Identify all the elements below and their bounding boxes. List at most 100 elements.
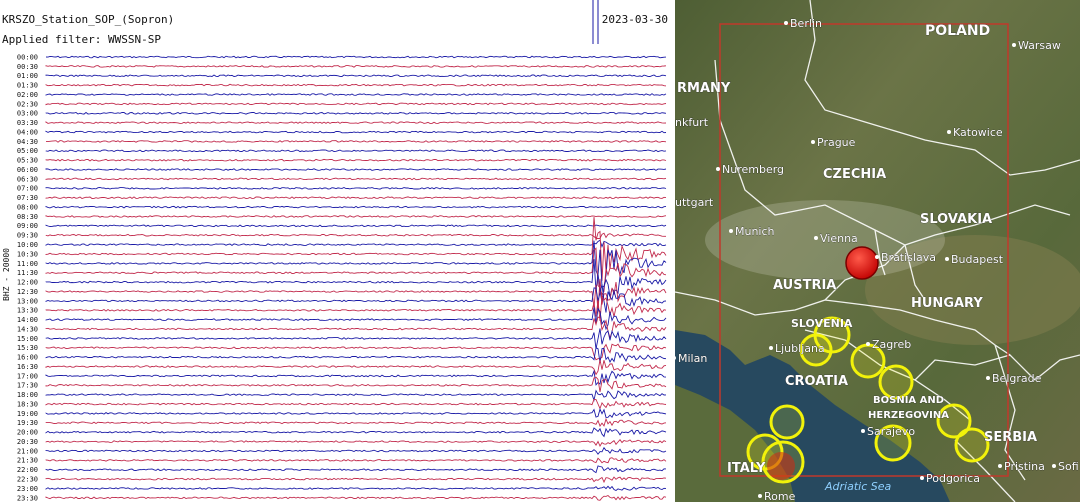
time-label: 03:30	[17, 119, 38, 127]
time-label: 04:30	[17, 138, 38, 146]
trace-line	[45, 239, 667, 248]
trace-line	[45, 427, 667, 438]
trace-line	[45, 224, 667, 228]
city-label: Sarajevo	[867, 425, 915, 438]
trace-line	[45, 74, 667, 78]
city-dot	[920, 476, 924, 480]
time-label: 12:00	[17, 279, 38, 287]
trace-line	[45, 168, 667, 171]
city-label: uttgart	[675, 196, 714, 209]
time-label: 21:00	[17, 447, 38, 455]
city-label: Bratislava	[881, 251, 936, 264]
trace-line	[45, 398, 667, 410]
time-label: 14:30	[17, 325, 38, 333]
trace-line	[45, 284, 667, 313]
time-label: 10:00	[17, 241, 38, 249]
time-label: 14:00	[17, 316, 38, 324]
country-label: RMANY	[677, 81, 731, 96]
city-dot	[811, 140, 815, 144]
country-label: SERBIA	[984, 430, 1037, 445]
city-label: Belgrade	[992, 372, 1042, 385]
city-dot	[875, 255, 879, 259]
time-label: 05:30	[17, 157, 38, 165]
time-label: 07:00	[17, 185, 38, 193]
city-dot	[716, 167, 720, 171]
italy-event-marker[interactable]	[767, 452, 795, 480]
trace-line	[45, 446, 667, 455]
trace-line	[45, 111, 667, 115]
trace-line	[45, 328, 667, 349]
epicenter-marker[interactable]	[845, 246, 879, 280]
time-label: 17:30	[17, 382, 38, 390]
time-label: 22:30	[17, 476, 38, 484]
trace-line	[45, 240, 667, 288]
time-label: 16:30	[17, 363, 38, 371]
trace-line	[45, 65, 667, 68]
map-canvas[interactable]: POLAND RMANY CZECHIA SLOVAKIA AUSTRIA HUNGARY…	[675, 0, 1080, 502]
map-panel[interactable]: POLAND RMANY CZECHIA SLOVAKIA AUSTRIA HUNGARY…	[675, 0, 1080, 502]
city-label: Munich	[735, 225, 775, 238]
time-label: 01:00	[17, 72, 38, 80]
time-label: 19:00	[17, 410, 38, 418]
trace-line	[45, 359, 667, 376]
city-label: Nuremberg	[722, 163, 784, 176]
time-label: 02:30	[17, 100, 38, 108]
trace-line	[45, 316, 667, 340]
trace-line	[45, 389, 667, 402]
city-label: Milan	[678, 352, 707, 365]
trace-line	[45, 217, 667, 281]
time-label: 20:00	[17, 429, 38, 437]
trace-line	[45, 376, 667, 392]
country-label: CZECHIA	[823, 167, 886, 182]
trace-line	[45, 121, 667, 124]
time-label: 19:30	[17, 419, 38, 427]
time-label: 03:00	[17, 110, 38, 118]
trace-line	[45, 369, 667, 386]
city-label: Pristina	[1004, 460, 1045, 473]
time-label: 00:00	[17, 53, 38, 61]
time-label: 16:00	[17, 354, 38, 362]
trace-line	[45, 259, 667, 303]
trace-line	[45, 457, 667, 464]
trace-line	[45, 93, 667, 96]
city-label: nkfurt	[675, 116, 709, 129]
time-label: 09:30	[17, 232, 38, 240]
trace-line	[45, 186, 667, 190]
city-dot	[986, 376, 990, 380]
time-label: 23:00	[17, 485, 38, 493]
trace-line	[45, 347, 667, 364]
city-dot	[861, 429, 865, 433]
trace-line	[45, 130, 667, 134]
trace-line	[45, 485, 667, 492]
time-label: 05:00	[17, 147, 38, 155]
country-label: HERZEGOVINA	[868, 410, 949, 421]
time-label: 08:00	[17, 204, 38, 212]
city-dot	[814, 236, 818, 240]
city-dot	[758, 494, 762, 498]
trace-line	[45, 278, 667, 312]
time-label: 09:00	[17, 222, 38, 230]
trace-line	[45, 476, 667, 484]
trace-line	[45, 149, 667, 153]
city-label: Ljubljana	[775, 342, 825, 355]
city-label: Prague	[817, 136, 856, 149]
time-label: 22:00	[17, 466, 38, 474]
city-dot	[769, 346, 773, 350]
time-label: 18:30	[17, 401, 38, 409]
city-label: Budapest	[951, 253, 1004, 266]
earthquake-circle[interactable]	[769, 404, 805, 440]
time-label: 00:30	[17, 63, 38, 71]
time-label: 04:00	[17, 128, 38, 136]
earthquake-circle[interactable]	[878, 364, 914, 400]
time-label: 13:00	[17, 297, 38, 305]
city-dot	[1052, 464, 1056, 468]
time-label: 10:30	[17, 250, 38, 258]
sea-label: Adriatic Sea	[824, 480, 891, 493]
time-label: 21:30	[17, 457, 38, 465]
trace-line	[45, 438, 667, 447]
trace-line	[45, 83, 667, 87]
time-label: 06:30	[17, 175, 38, 183]
country-label: SLOVAKIA	[920, 212, 992, 227]
city-dot	[784, 21, 788, 25]
city-dot	[998, 464, 1002, 468]
